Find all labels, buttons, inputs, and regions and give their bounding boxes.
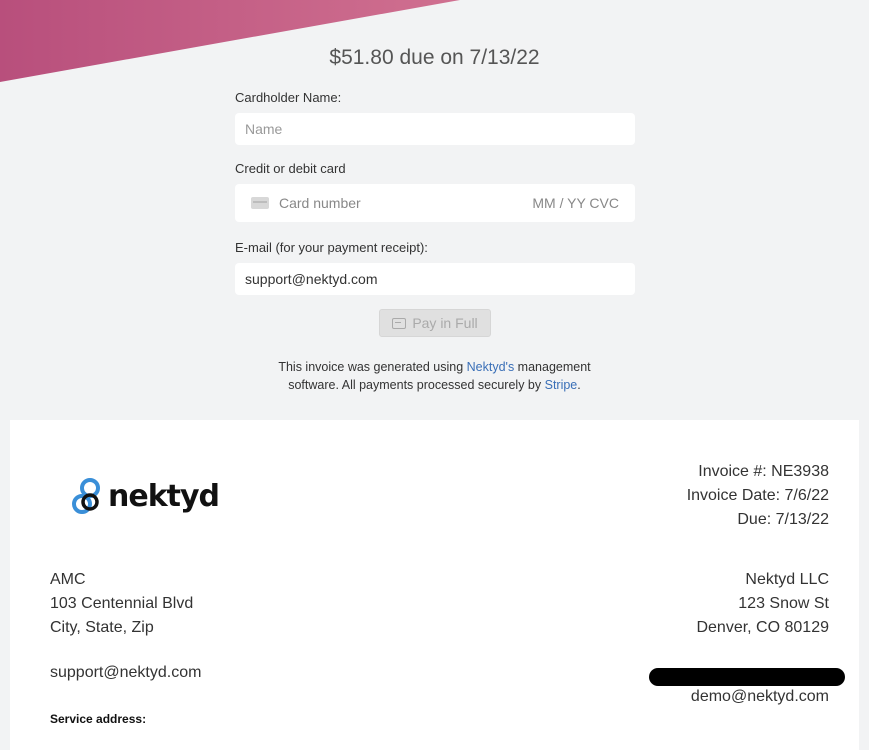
invoice-note: This invoice was generated using Nektyd'… [0,358,869,394]
card-label: Credit or debit card [235,161,346,176]
nektyd-logo-icon [72,478,100,514]
invoice-date: Invoice Date: 7/6/22 [686,487,829,504]
stripe-link[interactable]: Stripe [545,378,578,392]
invoice-meta: Invoice #: NE3938 Invoice Date: 7/6/22 D… [687,460,829,532]
nektyd-link[interactable]: Nektyd's [467,360,515,374]
cardholder-name-field[interactable] [235,113,635,145]
customer-email: support@nektyd.com [50,664,202,681]
amount-due-title: $51.80 due on 7/13/22 [329,46,540,69]
invoice-due-date: Due: 7/13/22 [737,511,829,528]
company-address-line2: Denver, CO 80129 [696,619,829,636]
cardholder-name-label: Cardholder Name: [235,90,342,105]
card-expiry-cvc-placeholder[interactable]: MM / YY CVC [532,195,619,211]
email-field[interactable] [235,263,635,295]
invoice-card: nektyd Invoice #: NE3938 Invoice Date: 7… [10,420,859,750]
from-block: Nektyd LLC 123 Snow St Denver, CO 80129 [696,568,829,640]
company-address-line1: 123 Snow St [738,595,829,612]
email-label: E-mail (for your payment receipt): [235,240,428,255]
email-input[interactable] [245,271,625,287]
card-input-field[interactable]: Card number MM / YY CVC [235,184,635,222]
logo-text: nektyd [108,478,220,514]
customer-address-line1: 103 Centennial Blvd [50,595,194,612]
note-text-3: software. All payments processed securel… [288,378,545,392]
nektyd-logo: nektyd [70,476,220,516]
redacted-bar [649,668,845,686]
company-email: demo@nektyd.com [690,688,829,705]
customer-address-line2: City, State, Zip [50,619,154,636]
cardholder-name-input[interactable] [245,121,625,137]
invoice-number: Invoice #: NE3938 [698,463,829,480]
company-name: Nektyd LLC [745,571,829,588]
bill-to-block: AMC 103 Centennial Blvd City, State, Zip [50,568,193,640]
payment-form: Cardholder Name: Credit or debit card Ca… [235,90,635,337]
payment-icon [392,317,407,329]
note-text-2: management [514,360,591,374]
credit-card-icon [251,197,269,209]
note-text-4: . [577,378,581,392]
card-number-placeholder[interactable]: Card number [279,195,532,211]
pay-in-full-button[interactable]: Pay in Full [379,309,491,337]
customer-name: AMC [50,571,86,588]
note-text-1: This invoice was generated using [278,360,467,374]
service-address-label: Service address: [50,712,147,726]
pay-button-label: Pay in Full [412,315,478,331]
